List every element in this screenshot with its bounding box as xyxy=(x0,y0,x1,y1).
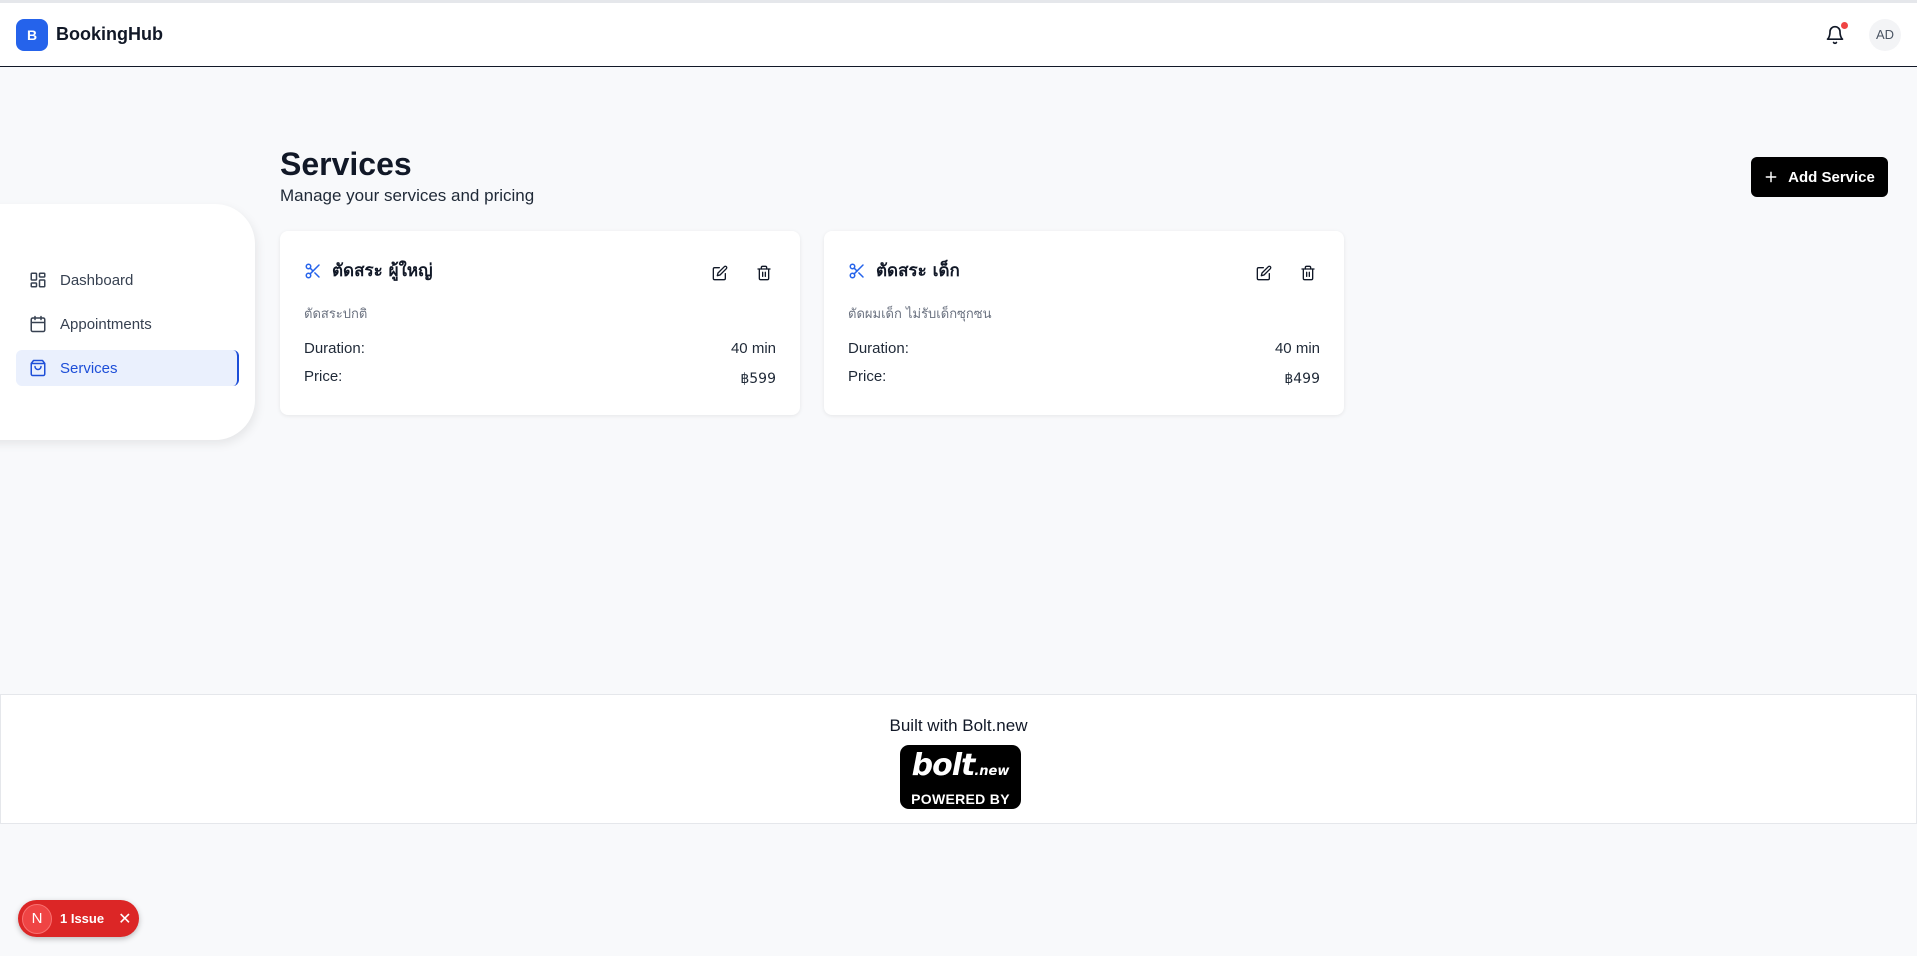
duration-label: Duration: xyxy=(848,340,909,357)
service-actions xyxy=(708,261,776,285)
bolt-logo: bolt.new xyxy=(911,748,1010,783)
brand-name: BookingHub xyxy=(56,24,163,44)
edit-button[interactable] xyxy=(1252,261,1276,285)
plus-icon xyxy=(1765,171,1777,183)
service-name: ตัดสระ เด็ก xyxy=(876,261,960,281)
scissors-icon xyxy=(849,263,864,278)
delete-button[interactable] xyxy=(752,261,776,285)
shopping-bag-icon xyxy=(28,358,48,378)
close-icon[interactable]: ✕ xyxy=(118,909,131,929)
price-label: Price: xyxy=(304,368,343,385)
built-with-text: Built with Bolt.new xyxy=(889,716,1028,735)
trash-icon xyxy=(1301,265,1315,281)
app-header: B BookingHub AD xyxy=(0,3,1917,67)
service-card-header: ตัดสระ ผู้ใหญ่ xyxy=(304,257,433,284)
duration-value: 40 min xyxy=(1274,340,1320,357)
duration-row: Duration: 40 min xyxy=(848,340,1320,357)
sidebar-item-label: Appointments xyxy=(60,315,152,333)
next-logo-icon: N xyxy=(22,903,52,934)
page-title: Services xyxy=(280,146,412,182)
price-row: Price: ฿599 xyxy=(304,368,776,387)
sidebar-item-appointments[interactable]: Appointments xyxy=(16,306,239,342)
sidebar-item-services[interactable]: Services xyxy=(16,350,239,386)
duration-row: Duration: 40 min xyxy=(304,340,776,357)
page-subtitle: Manage your services and pricing xyxy=(280,186,535,205)
duration-value: 40 min xyxy=(730,340,776,357)
add-service-label: Add Service xyxy=(1788,168,1875,186)
price-label: Price: xyxy=(848,368,887,385)
bolt-badge-link[interactable]: bolt.new POWERED BY xyxy=(900,745,1021,809)
brand-logo: B xyxy=(16,18,48,51)
service-actions xyxy=(1252,261,1320,285)
edit-icon xyxy=(1256,265,1272,281)
service-description: ตัดผมเด็ก ไม่รับเด็กซุกซน xyxy=(848,307,992,322)
sidebar: Dashboard Appointments Services xyxy=(0,204,255,440)
avatar[interactable]: AD xyxy=(1869,18,1901,51)
calendar-icon xyxy=(28,314,48,334)
powered-by-text: POWERED BY xyxy=(911,791,1010,807)
issue-count: 1 Issue xyxy=(60,911,105,926)
brand[interactable]: B BookingHub xyxy=(16,18,163,51)
notification-dot xyxy=(1841,21,1848,29)
scissors-icon xyxy=(305,263,320,278)
edit-icon xyxy=(712,265,728,281)
sidebar-item-label: Dashboard xyxy=(60,271,134,289)
edit-button[interactable] xyxy=(708,261,732,285)
price-row: Price: ฿499 xyxy=(848,368,1320,387)
duration-label: Duration: xyxy=(304,340,365,357)
service-card: ตัดสระ ผู้ใหญ่ ตัดสระปกติ Duration: 40 m… xyxy=(280,231,800,415)
price-value: ฿499 xyxy=(1284,371,1320,387)
add-service-button[interactable]: Add Service xyxy=(1751,157,1888,197)
notifications-button[interactable] xyxy=(1821,21,1849,49)
sidebar-item-dashboard[interactable]: Dashboard xyxy=(16,262,239,298)
sidebar-item-label: Services xyxy=(60,359,118,377)
layout-grid-icon xyxy=(28,270,48,290)
service-name: ตัดสระ ผู้ใหญ่ xyxy=(332,261,433,281)
price-value: ฿599 xyxy=(740,371,776,387)
service-description: ตัดสระปกติ xyxy=(304,307,368,322)
issues-badge[interactable]: N 1 Issue ✕ xyxy=(18,900,139,937)
delete-button[interactable] xyxy=(1296,261,1320,285)
service-card: ตัดสระ เด็ก ตัดผมเด็ก ไม่รับเด็กซุกซน Du… xyxy=(824,231,1344,415)
service-card-header: ตัดสระ เด็ก xyxy=(848,257,960,284)
footer: Built with Bolt.new bolt.new POWERED BY xyxy=(0,694,1917,824)
header-actions: AD xyxy=(1821,18,1901,51)
trash-icon xyxy=(757,265,771,281)
